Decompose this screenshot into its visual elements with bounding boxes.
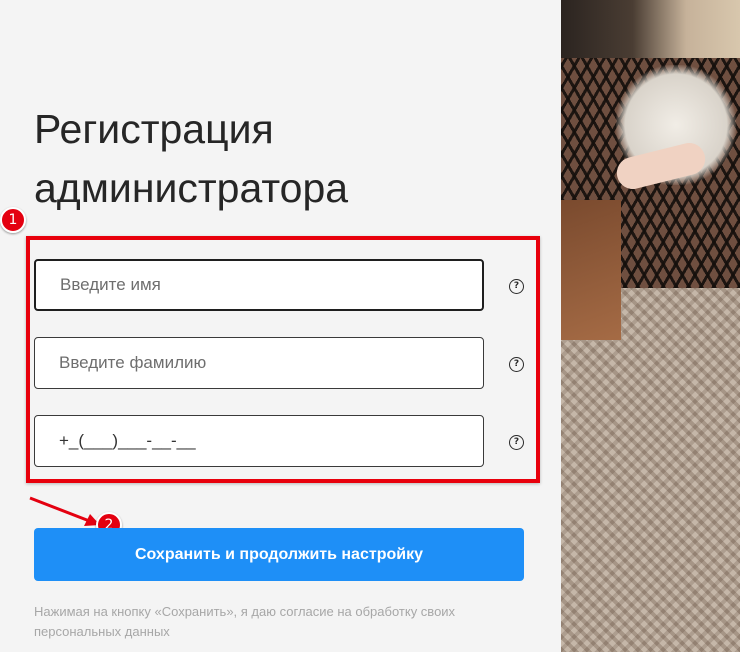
- photo-top-strip: [561, 0, 740, 58]
- registration-panel: Регистрация администратора ? ? ? 1 2 Сох…: [0, 0, 561, 652]
- photo-wooden-floor: [561, 200, 621, 340]
- decorative-photo: [561, 0, 740, 652]
- annotation-arrow-icon: [29, 496, 100, 526]
- consent-text: Нажимая на кнопку «Сохранить», я даю сог…: [34, 604, 456, 639]
- save-and-continue-button[interactable]: Сохранить и продолжить настройку: [34, 528, 524, 581]
